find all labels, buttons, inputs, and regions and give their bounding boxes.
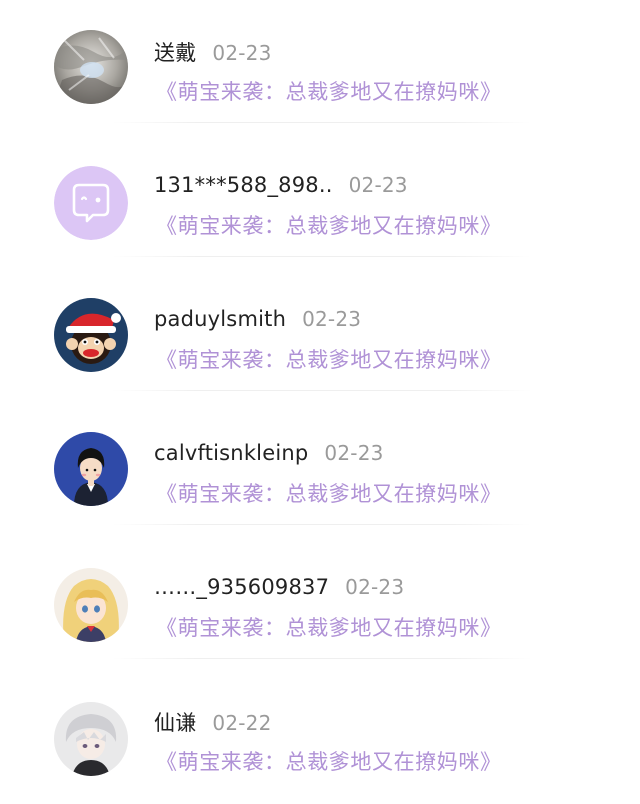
username-row: paduylsmith 02-23 [154,307,361,331]
divider [112,122,532,123]
comment-item[interactable]: ……_935609837 02-23 《萌宝来袭：总裁爹地又在撩妈咪》 [0,536,640,670]
username-row: 送戴 02-23 [154,37,272,67]
comment-date: 02-23 [345,575,405,599]
divider [112,658,532,659]
username-row: ……_935609837 02-23 [154,575,404,599]
comment-item[interactable]: calvftisnkleinp 02-23 《萌宝来袭：总裁爹地又在撩妈咪》 [0,402,640,536]
username[interactable]: ……_935609837 [154,575,329,599]
comment-item[interactable]: 送戴 02-23 《萌宝来袭：总裁爹地又在撩妈咪》 [0,0,640,134]
anime-girl-avatar-icon[interactable] [54,568,128,642]
monkey-santa-avatar-icon[interactable] [54,298,128,372]
comment-date: 02-23 [348,173,408,197]
book-title-link[interactable]: 《萌宝来袭：总裁爹地又在撩妈咪》 [156,76,502,106]
username[interactable]: 送戴 [154,41,196,65]
comment-item[interactable]: 131***588_898.. 02-23 《萌宝来袭：总裁爹地又在撩妈咪》 [0,134,640,268]
username-row: calvftisnkleinp 02-23 [154,441,384,465]
book-title-link[interactable]: 《萌宝来袭：总裁爹地又在撩妈咪》 [156,746,502,776]
username[interactable]: 仙谦 [154,711,196,735]
cartoon-girl-avatar-icon[interactable] [54,432,128,506]
username[interactable]: 131***588_898.. [154,173,333,197]
username-row: 仙谦 02-22 [154,707,272,737]
username[interactable]: paduylsmith [154,307,286,331]
comment-date: 02-22 [212,711,272,735]
photo-avatar-icon[interactable] [54,30,128,104]
book-title-link[interactable]: 《萌宝来袭：总裁爹地又在撩妈咪》 [156,478,502,508]
comment-item[interactable]: paduylsmith 02-23 《萌宝来袭：总裁爹地又在撩妈咪》 [0,268,640,402]
book-title-link[interactable]: 《萌宝来袭：总裁爹地又在撩妈咪》 [156,210,502,240]
comment-date: 02-23 [324,441,384,465]
comment-date: 02-23 [212,41,272,65]
username[interactable]: calvftisnkleinp [154,441,308,465]
anime-boy-avatar-icon[interactable] [54,702,128,776]
comment-date: 02-23 [302,307,362,331]
book-title-link[interactable]: 《萌宝来袭：总裁爹地又在撩妈咪》 [156,612,502,642]
divider [112,524,532,525]
divider [112,256,532,257]
comment-item[interactable]: 仙谦 02-22 《萌宝来袭：总裁爹地又在撩妈咪》 [0,670,640,804]
username-row: 131***588_898.. 02-23 [154,173,408,197]
book-title-link[interactable]: 《萌宝来袭：总裁爹地又在撩妈咪》 [156,344,502,374]
divider [112,390,532,391]
default-chat-avatar-icon[interactable] [54,166,128,240]
